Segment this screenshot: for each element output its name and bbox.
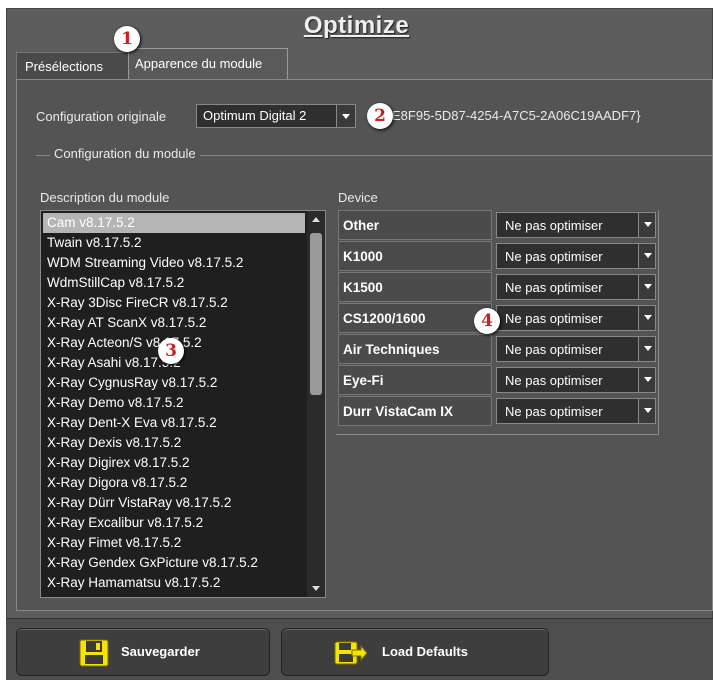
device-row: Durr VistaCam IX Ne pas optimiser — [338, 396, 656, 427]
load-defaults-button-label: Load Defaults — [382, 644, 468, 659]
load-defaults-icon — [334, 639, 368, 672]
device-header: Device — [338, 190, 378, 205]
list-item[interactable]: X-Ray CygnusRay v8.17.5.2 — [43, 373, 305, 393]
config-select[interactable]: Optimum Digital 2 — [196, 104, 356, 128]
save-button[interactable]: Sauvegarder — [16, 628, 270, 676]
list-item[interactable]: X-Ray Excalibur v8.17.5.2 — [43, 513, 305, 533]
config-select-value: Optimum Digital 2 — [203, 108, 307, 123]
device-row: Eye-Fi Ne pas optimiser — [338, 365, 656, 396]
list-item[interactable]: WDM Streaming Video v8.17.5.2 — [43, 253, 305, 273]
group-label: Configuration du module — [50, 146, 200, 161]
device-row: K1000 Ne pas optimiser — [338, 241, 656, 272]
device-optimize-value: Ne pas optimiser — [505, 280, 603, 295]
module-list-scrollbar[interactable] — [307, 211, 325, 597]
device-optimize-value: Ne pas optimiser — [505, 218, 603, 233]
list-item[interactable]: X-Ray Hamamatsu v8.17.5.2 — [43, 573, 305, 593]
scrollbar-thumb[interactable] — [310, 233, 322, 395]
callout-badge: 2 — [367, 103, 393, 129]
device-name: Durr VistaCam IX — [338, 396, 492, 426]
device-optimize-value: Ne pas optimiser — [505, 373, 603, 388]
device-name: Eye-Fi — [338, 365, 492, 395]
scroll-down-arrow-icon[interactable] — [312, 586, 320, 591]
device-name: CS1200/1600 — [338, 303, 492, 333]
device-optimize-select[interactable]: Ne pas optimiser — [496, 367, 656, 393]
config-guid: E8F95-5D87-4254-A7C5-2A06C19AADF7} — [392, 108, 641, 123]
list-item[interactable]: Twain v8.17.5.2 — [43, 233, 305, 253]
list-item[interactable]: X-Ray Dexis v8.17.5.2 — [43, 433, 305, 453]
list-item[interactable]: X-Ray Dürr VistaRay v8.17.5.2 — [43, 493, 305, 513]
device-optimize-value: Ne pas optimiser — [505, 404, 603, 419]
device-row: Other Ne pas optimiser — [338, 210, 656, 241]
list-item[interactable]: X-Ray Dent-X Eva v8.17.5.2 — [43, 413, 305, 433]
callout-badge: 1 — [114, 26, 140, 52]
device-name: Air Techniques — [338, 334, 492, 364]
chevron-down-icon[interactable] — [336, 105, 355, 127]
tab-module-appearance[interactable]: Apparence du module — [128, 48, 288, 80]
list-item[interactable]: X-Ray 3Disc FireCR v8.17.5.2 — [43, 293, 305, 313]
list-item[interactable]: X-Ray Demo v8.17.5.2 — [43, 393, 305, 413]
device-optimize-select[interactable]: Ne pas optimiser — [496, 212, 656, 238]
device-row: Air Techniques Ne pas optimiser — [338, 334, 656, 365]
chevron-down-icon[interactable] — [638, 275, 655, 299]
device-name: Other — [338, 210, 492, 240]
device-optimize-select[interactable]: Ne pas optimiser — [496, 398, 656, 424]
chevron-down-icon[interactable] — [638, 368, 655, 392]
chevron-down-icon[interactable] — [638, 306, 655, 330]
device-optimize-value: Ne pas optimiser — [505, 311, 603, 326]
scroll-up-arrow-icon[interactable] — [312, 217, 320, 222]
device-optimize-select[interactable]: Ne pas optimiser — [496, 336, 656, 362]
device-optimize-select[interactable]: Ne pas optimiser — [496, 274, 656, 300]
device-name: K1000 — [338, 241, 492, 271]
list-item[interactable]: X-Ray Digora v8.17.5.2 — [43, 473, 305, 493]
device-optimize-value: Ne pas optimiser — [505, 249, 603, 264]
floppy-icon — [79, 639, 109, 672]
list-item[interactable]: X-Ray Digirex v8.17.5.2 — [43, 453, 305, 473]
chevron-down-icon[interactable] — [638, 213, 655, 237]
load-defaults-button[interactable]: Load Defaults — [281, 628, 549, 676]
device-row: K1500 Ne pas optimiser — [338, 272, 656, 303]
tab-preselections[interactable]: Présélections — [16, 52, 132, 80]
list-item[interactable]: WdmStillCap v8.17.5.2 — [43, 273, 305, 293]
module-list-header: Description du module — [40, 190, 170, 205]
chevron-down-icon[interactable] — [638, 244, 655, 268]
config-label: Configuration originale — [36, 109, 167, 124]
callout-badge: 3 — [158, 338, 184, 364]
list-item[interactable]: X-Ray Fimet v8.17.5.2 — [43, 533, 305, 553]
callout-badge: 4 — [474, 308, 500, 334]
device-name: K1500 — [338, 272, 492, 302]
list-item[interactable]: X-Ray Gendex GxPicture v8.17.5.2 — [43, 553, 305, 573]
list-item[interactable]: X-Ray AT ScanX v8.17.5.2 — [43, 313, 305, 333]
save-button-label: Sauvegarder — [121, 644, 200, 659]
module-listbox[interactable]: Cam v8.17.5.2 Twain v8.17.5.2 WDM Stream… — [40, 210, 326, 598]
device-optimize-value: Ne pas optimiser — [505, 342, 603, 357]
device-optimize-select[interactable]: Ne pas optimiser — [496, 243, 656, 269]
chevron-down-icon[interactable] — [638, 399, 655, 423]
list-item[interactable]: Cam v8.17.5.2 — [43, 213, 305, 233]
chevron-down-icon[interactable] — [638, 337, 655, 361]
device-optimize-select[interactable]: Ne pas optimiser — [496, 305, 656, 331]
